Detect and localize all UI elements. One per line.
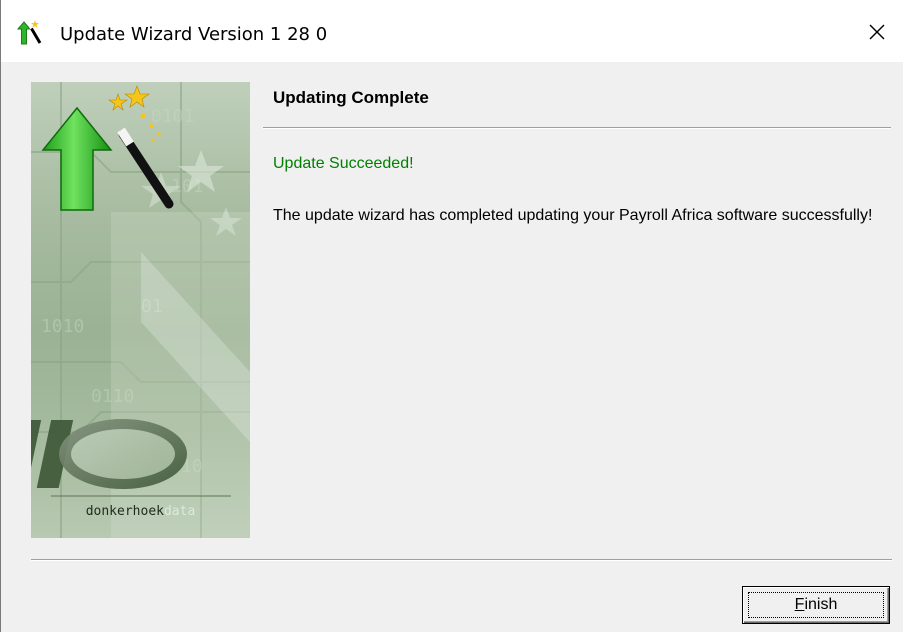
completion-message: The update wizard has completed updating… <box>273 207 873 224</box>
brand-accent-text: data <box>163 504 196 519</box>
update-wizard-window: Update Wizard Version 1 28 0 0101 101 10… <box>0 0 903 632</box>
finish-mnemonic: F <box>794 596 805 613</box>
status-message: Update Succeeded! <box>273 155 414 172</box>
wizard-banner-image: 0101 101 1010 01 0110 10 donkerhoekdata <box>31 82 250 538</box>
finish-label-rest: inish <box>804 596 838 613</box>
page-title: Updating Complete <box>273 88 429 107</box>
svg-text:1010: 1010 <box>41 316 84 337</box>
donkerhoekdata-logo-icon <box>31 419 187 489</box>
brand-primary-text: donkerhoek <box>85 504 164 519</box>
close-icon <box>867 22 887 47</box>
header-divider <box>263 127 891 129</box>
finish-button-label: Finish <box>795 596 838 614</box>
magic-wand-update-icon <box>13 20 43 46</box>
close-button[interactable] <box>857 14 897 54</box>
window-title: Update Wizard Version 1 28 0 <box>60 24 328 45</box>
brand-wordmark: donkerhoekdata <box>31 504 250 519</box>
finish-button[interactable]: Finish <box>742 586 890 624</box>
title-bar[interactable]: Update Wizard Version 1 28 0 <box>1 0 903 62</box>
footer-divider <box>31 559 892 561</box>
svg-text:0101: 0101 <box>151 106 194 127</box>
